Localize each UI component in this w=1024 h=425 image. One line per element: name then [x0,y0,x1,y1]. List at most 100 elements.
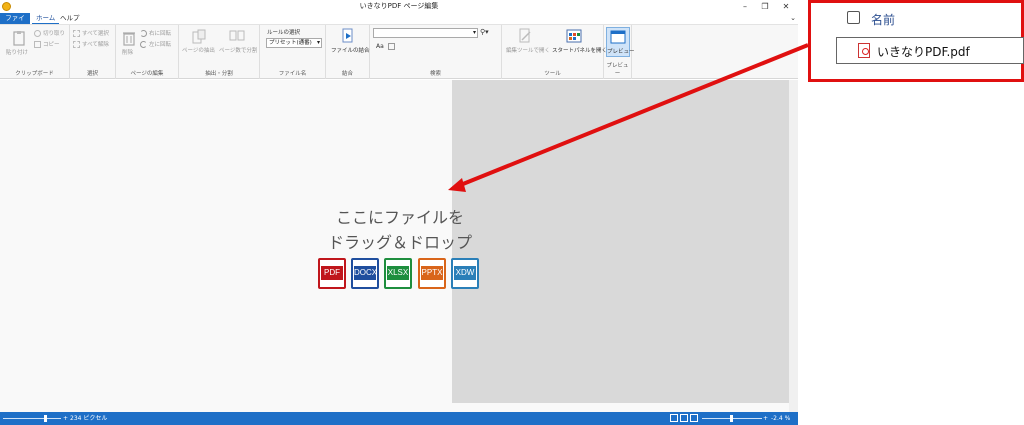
docx-file-icon: DOCX [351,258,379,289]
fit-width-icon[interactable] [680,414,688,422]
search-input[interactable]: ▾ [373,28,478,38]
rule-select-label: ルールの選択 [267,30,301,36]
menu-help[interactable]: ヘルプ [56,13,84,24]
zoom-in-icon[interactable]: + [763,412,768,425]
cut-label: 切り取り [43,31,66,37]
extract-pages-icon [192,29,206,44]
open-edit-tool-button[interactable]: 編集ツールで開く [506,46,550,54]
pptx-file-icon: PPTX [418,258,446,289]
copy-button[interactable]: コピー [34,40,60,48]
split-by-count-button[interactable]: ページ数で分割 [219,46,257,54]
rotate-right-button[interactable]: 右に回転 [140,29,171,37]
scrollbar[interactable] [789,80,798,412]
file-row[interactable]: いきなりPDF.pdf [836,37,1024,64]
delete-button[interactable]: 削除 [122,48,133,56]
group-merge: ファイルの結合 結合 [326,25,370,79]
zoom-in-thumb-icon[interactable]: + [63,412,68,425]
group-page-edit: 削除 右に回転 左に回転 ページの編集 [116,25,179,79]
clipboard-group-label: クリップボード [15,71,54,77]
tools-group-label: ツール [544,71,561,77]
name-column-header[interactable]: 名前 [871,11,895,28]
paste-icon [13,31,25,46]
whole-word-icon[interactable] [388,43,395,50]
rotate-left-button[interactable]: 左に回転 [140,40,171,48]
open-start-panel-button[interactable]: スタートパネルを開く [552,46,607,54]
pptx-label: PPTX [421,266,443,280]
scissors-icon [34,30,41,37]
deselect-all-label: すべて解除 [82,42,109,48]
match-case-button[interactable]: Aa [376,43,384,50]
maximize-button[interactable]: ❐ [755,0,775,13]
drop-hint-line2: ドラッグ＆ドロップ [327,233,472,252]
split-pages-icon [229,30,245,41]
merge-files-icon [342,28,353,43]
trash-icon [123,32,135,46]
rotate-right-icon [140,30,147,37]
actual-size-icon[interactable] [690,414,698,422]
deselect-all-button[interactable]: すべて解除 [73,40,109,48]
pdf-label: PDF [321,266,343,280]
rotate-right-label: 右に回転 [149,31,172,37]
fit-page-icon[interactable] [670,414,678,422]
zoom-slider-handle[interactable] [730,415,733,422]
xdw-file-icon: XDW [451,258,479,289]
menu-file[interactable]: ファイル [0,13,30,33]
docx-label: DOCX [354,266,377,280]
copy-label: コピー [43,42,60,48]
title-bar: いきなりPDF ページ編集 – ❐ ✕ [0,0,798,13]
rotate-left-icon [140,41,147,48]
start-panel-icon [566,29,582,43]
drop-hint-line1: ここにファイルを [335,208,464,227]
thumb-size-slider[interactable] [3,418,61,419]
group-extract-split: ページの抽出 ページ数で分割 抽出・分割 [179,25,260,79]
chevron-down-icon: ▾ [316,39,320,46]
pdf-file-icon [858,43,870,58]
collapse-ribbon-icon[interactable]: ⌄ [790,13,796,24]
sort-caret-icon: ^ [930,0,938,7]
menu-bar: ファイル ホーム ヘルプ ⌄ [0,13,798,33]
page-list-area[interactable]: ここにファイルを ドラッグ＆ドロップ [0,80,798,412]
xlsx-file-icon: XLSX [384,258,412,289]
edit-tool-icon [519,28,531,43]
chevron-down-icon: ▾ [472,29,476,36]
select-group-label: 選択 [86,71,98,77]
filename-group-label: ファイル名 [278,71,307,77]
extract-pages-button[interactable]: ページの抽出 [182,46,215,54]
select-all-icon [73,30,80,37]
preview-button-label: プレビュー [607,49,635,55]
select-all-checkbox[interactable] [847,11,860,24]
preview-icon [610,30,626,44]
page-edit-group-label: ページの編集 [130,71,164,77]
close-button[interactable]: ✕ [776,0,796,13]
group-search: ▾ ⚲▾ Aa 検索 [370,25,502,79]
rule-select-dropdown[interactable]: プリセット(通番) ▾ [266,38,322,48]
thumb-size-value: 234 ピクセル [70,415,108,422]
group-clipboard: 貼り付け 切り取り コピー クリップボード [0,25,70,79]
file-explorer-callout: ^ 名前 いきなりPDF.pdf [808,0,1024,82]
select-all-label: すべて選択 [82,31,109,37]
pdf-file-icon: PDF [318,258,346,289]
deselect-all-icon [73,41,80,48]
preview-toggle-button[interactable]: プレビュー [606,27,635,57]
status-bar: + 234 ピクセル + -2.4 % [0,412,798,425]
preview-group-label: プレビュー [606,63,629,77]
cut-button[interactable]: 切り取り [34,29,65,37]
zoom-value: -2.4 % [771,415,791,422]
extract-group-label: 抽出・分割 [205,71,233,77]
group-tools: 編集ツールで開く スタートパネルを開く ツール [502,25,607,79]
search-group-label: 検索 [429,71,441,77]
preview-pane [452,80,789,403]
merge-files-button[interactable]: ファイルの結合 [331,46,370,54]
rule-select-value: プリセット(通番) [269,40,312,46]
rotate-left-label: 左に回転 [149,42,172,48]
merge-group-label: 結合 [341,71,353,77]
group-filename: ルールの選択 プリセット(通番) ▾ ファイル名 [260,25,326,79]
search-icon[interactable]: ⚲▾ [480,28,489,36]
paste-button[interactable]: 貼り付け [6,48,28,56]
select-all-button[interactable]: すべて選択 [73,29,109,37]
minimize-button[interactable]: – [735,0,755,13]
thumb-size-slider-handle[interactable] [44,415,47,422]
copy-icon [34,41,41,48]
xdw-label: XDW [454,266,476,280]
window-title: いきなりPDF ページ編集 [359,2,439,10]
